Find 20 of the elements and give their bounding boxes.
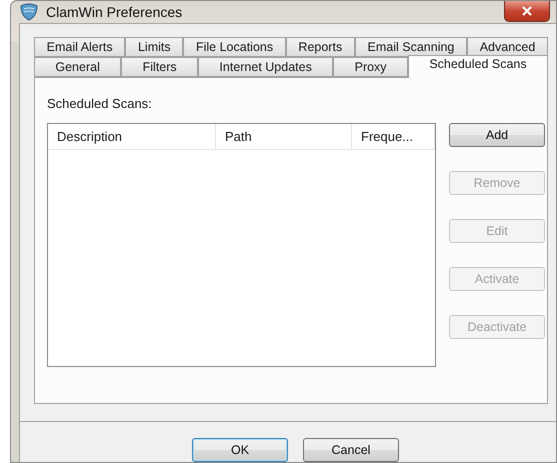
dialog-button[interactable]: OK	[192, 438, 288, 462]
tab[interactable]: Filters	[121, 57, 198, 77]
dialog-button[interactable]: Cancel	[303, 438, 399, 462]
tab[interactable]: Reports	[286, 37, 355, 57]
tab[interactable]: Email Scanning	[354, 37, 468, 57]
action-button[interactable]: Add	[449, 123, 545, 147]
tab[interactable]: Proxy	[333, 57, 408, 77]
tab[interactable]: Advanced	[467, 37, 548, 57]
tab[interactable]: Scheduled Scans	[408, 55, 548, 78]
tab[interactable]: Internet Updates	[198, 57, 334, 77]
tab[interactable]: Email Alerts	[34, 37, 126, 57]
window-title: ClamWin Preferences	[46, 4, 182, 20]
column-header[interactable]: Description	[48, 124, 216, 149]
section-label: Scheduled Scans:	[47, 96, 153, 111]
column-header[interactable]: Freque...	[352, 124, 435, 149]
scan-list[interactable]: Description Path Freque...	[47, 123, 436, 367]
tab[interactable]: File Locations	[183, 37, 286, 57]
tab[interactable]: Limits	[125, 37, 184, 57]
tab[interactable]: General	[34, 57, 122, 77]
column-header[interactable]: Path	[216, 124, 352, 149]
